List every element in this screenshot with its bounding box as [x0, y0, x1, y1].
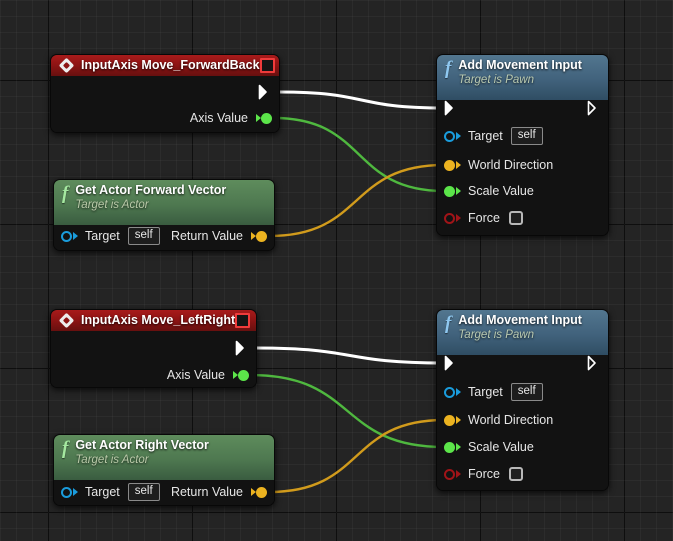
pin-connector-icon[interactable]	[444, 130, 455, 142]
disable-event-icon[interactable]	[259, 58, 275, 73]
input-axis-diamond-icon	[59, 313, 74, 328]
pin-connector-icon[interactable]	[444, 441, 455, 453]
pin-return-value-out[interactable]: Return Value	[171, 483, 267, 501]
disable-event-icon[interactable]	[235, 313, 251, 328]
pin-direction-icon	[456, 214, 461, 222]
pin-force-in[interactable]: Force	[444, 465, 523, 483]
exec-in-pin[interactable]	[444, 355, 458, 371]
pin-target-in[interactable]: Target self	[444, 127, 543, 145]
pin-axis-value-out[interactable]: Axis Value	[190, 109, 272, 127]
pin-target-in[interactable]: Target self	[61, 483, 160, 501]
node-title: Get Actor Forward Vector	[75, 183, 227, 197]
pin-direction-icon	[73, 488, 78, 496]
exec-out-pin[interactable]	[587, 355, 601, 371]
pin-label: Target	[85, 229, 120, 243]
pin-force-in[interactable]: Force	[444, 209, 523, 227]
pin-connector-icon[interactable]	[444, 212, 455, 224]
pin-return-value-out[interactable]: Return Value	[171, 227, 267, 245]
pin-label: Target	[85, 485, 120, 499]
node-subtitle: Target is Pawn	[458, 329, 534, 341]
pin-label: Axis Value	[166, 368, 225, 382]
pin-target-in[interactable]: Target self	[444, 383, 543, 401]
pin-label: Target	[468, 385, 503, 399]
pin-connector-icon[interactable]	[61, 486, 72, 498]
pin-label: Scale Value	[468, 440, 534, 454]
pin-label: World Direction	[468, 158, 554, 172]
pin-label: Return Value	[170, 229, 243, 243]
wire-exec-right[interactable]	[254, 346, 446, 365]
exec-out-pin[interactable]	[258, 84, 272, 100]
exec-in-pin[interactable]	[444, 100, 458, 116]
pin-label: World Direction	[468, 413, 554, 427]
pin-connector-icon[interactable]	[444, 414, 455, 426]
node-subtitle: Target is Pawn	[458, 74, 534, 86]
self-default-value[interactable]: self	[127, 483, 160, 501]
node-title: Get Actor Right Vector	[75, 438, 209, 452]
pin-direction-icon	[456, 132, 461, 140]
node-subtitle: Target is Actor	[75, 454, 149, 466]
pin-world-direction-in[interactable]: World Direction	[444, 156, 553, 174]
node-header[interactable]: f Add Movement Input Target is Pawn	[437, 55, 608, 100]
wire-forwardvector-worlddir[interactable]	[267, 163, 446, 238]
self-default-value[interactable]: self	[127, 227, 160, 245]
blueprint-graph-canvas[interactable]: InputAxis Move_ForwardBack f Get Actor For…	[0, 0, 673, 541]
node-header[interactable]: f Get Actor Forward Vector Target is Actor	[54, 180, 274, 225]
wire-axis-right-scale[interactable]	[249, 373, 446, 449]
pin-target-in[interactable]: Target self	[61, 227, 160, 245]
pin-connector-icon[interactable]	[444, 468, 455, 480]
wire-axis-forward-scale[interactable]	[272, 116, 446, 193]
pin-label: Axis Value	[189, 111, 248, 125]
pin-scale-value-in[interactable]: Scale Value	[444, 182, 534, 200]
pin-label: Force	[468, 467, 500, 481]
node-title: InputAxis Move_LeftRight	[81, 313, 236, 327]
pin-direction-icon	[456, 388, 461, 396]
pin-direction-icon	[456, 187, 461, 195]
wire-rightvector-worlddir[interactable]	[267, 418, 446, 494]
function-f-icon: f	[62, 438, 69, 459]
pin-connector-icon[interactable]	[238, 369, 249, 381]
exec-out-pin[interactable]	[235, 340, 249, 356]
node-title: InputAxis Move_ForwardBack	[81, 58, 260, 72]
pin-connector-icon[interactable]	[444, 185, 455, 197]
pin-label: Return Value	[170, 485, 243, 499]
pin-label: Target	[468, 129, 503, 143]
force-checkbox[interactable]	[508, 211, 523, 225]
pin-connector-icon[interactable]	[256, 486, 267, 498]
pin-connector-icon[interactable]	[261, 112, 272, 124]
pin-direction-icon	[456, 416, 461, 424]
function-f-icon: f	[445, 313, 452, 334]
node-title: Add Movement Input	[458, 58, 582, 72]
pin-label: Scale Value	[468, 184, 534, 198]
input-axis-diamond-icon	[59, 58, 74, 73]
pin-connector-icon[interactable]	[256, 230, 267, 242]
node-subtitle: Target is Actor	[75, 199, 149, 211]
node-header[interactable]: InputAxis Move_ForwardBack	[51, 55, 279, 76]
force-checkbox[interactable]	[508, 467, 523, 481]
self-default-value[interactable]: self	[510, 383, 543, 401]
pin-direction-icon	[456, 443, 461, 451]
self-default-value[interactable]: self	[510, 127, 543, 145]
function-f-icon: f	[445, 58, 452, 79]
pin-world-direction-in[interactable]: World Direction	[444, 411, 553, 429]
pin-label: Force	[468, 211, 500, 225]
pin-scale-value-in[interactable]: Scale Value	[444, 438, 534, 456]
pin-connector-icon[interactable]	[61, 230, 72, 242]
pin-direction-icon	[456, 161, 461, 169]
node-title: Add Movement Input	[458, 313, 582, 327]
node-header[interactable]: f Get Actor Right Vector Target is Actor	[54, 435, 274, 480]
pin-connector-icon[interactable]	[444, 159, 455, 171]
pin-direction-icon	[456, 470, 461, 478]
exec-out-pin[interactable]	[587, 100, 601, 116]
node-header[interactable]: f Add Movement Input Target is Pawn	[437, 310, 608, 355]
pin-direction-icon	[73, 232, 78, 240]
pin-axis-value-out[interactable]: Axis Value	[167, 366, 249, 384]
function-f-icon: f	[62, 183, 69, 204]
node-header[interactable]: InputAxis Move_LeftRight	[51, 310, 256, 331]
wire-exec-forward[interactable]	[277, 90, 446, 110]
pin-connector-icon[interactable]	[444, 386, 455, 398]
